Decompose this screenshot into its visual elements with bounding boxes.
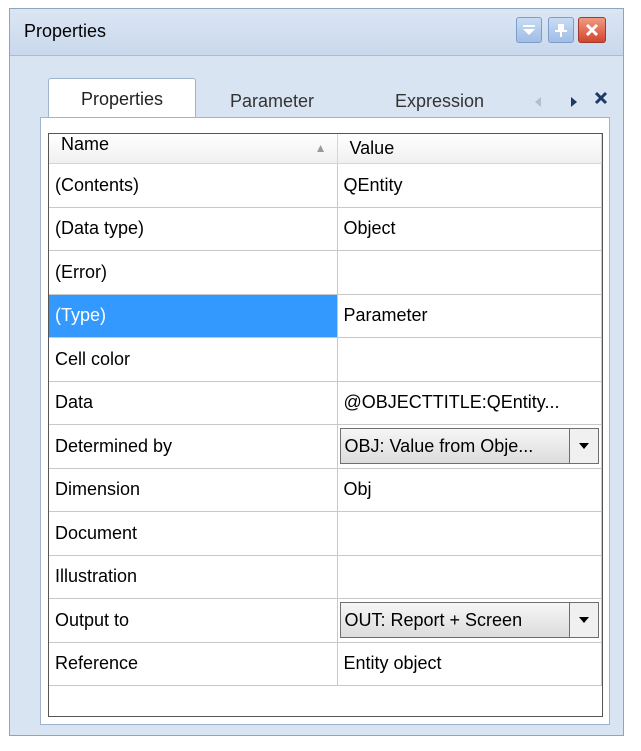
- property-value[interactable]: [337, 337, 602, 382]
- property-name: Output to: [49, 598, 338, 643]
- close-button[interactable]: [578, 17, 606, 43]
- property-name: (Error): [49, 250, 338, 295]
- chevron-left-icon: [535, 97, 541, 107]
- pin-button[interactable]: [548, 17, 574, 43]
- sort-ascending-icon: ▲: [314, 141, 327, 155]
- dropdown-value: OBJ: Value from Obje...: [344, 435, 534, 456]
- table-row[interactable]: Illustration: [49, 555, 602, 599]
- chevron-down-icon: [579, 443, 589, 450]
- property-name: (Type): [49, 294, 338, 338]
- table-row[interactable]: Reference Entity object: [49, 642, 602, 686]
- dropdown-button[interactable]: [569, 429, 598, 464]
- window-menu-button[interactable]: [516, 17, 542, 43]
- property-name: Document: [49, 511, 338, 556]
- tab-properties[interactable]: Properties: [48, 78, 196, 120]
- property-name: Dimension: [49, 468, 338, 512]
- tab-label: Expression: [395, 90, 485, 111]
- table-row[interactable]: Data @OBJECTTITLE:QEntity...: [49, 381, 602, 425]
- dropdown-arrow-icon: [523, 25, 535, 35]
- property-name: Illustration: [49, 555, 338, 599]
- property-value[interactable]: QEntity: [337, 163, 602, 208]
- pin-icon: [555, 24, 567, 37]
- property-value[interactable]: Parameter: [337, 294, 602, 338]
- property-table: Name ▲ Value (Contents) QEntity (Data typ…: [49, 134, 602, 686]
- name-column-header[interactable]: Name ▲: [49, 134, 338, 164]
- properties-panel: Name ▲ Value (Contents) QEntity (Data typ…: [40, 117, 610, 725]
- close-icon: [585, 23, 599, 37]
- tab-scroll-right-button[interactable]: [566, 92, 582, 112]
- table-row[interactable]: Cell color: [49, 337, 602, 382]
- property-value[interactable]: @OBJECTTITLE:QEntity...: [337, 381, 602, 425]
- close-icon: [594, 91, 608, 105]
- property-value[interactable]: [337, 555, 602, 599]
- table-row[interactable]: (Data type) Object: [49, 207, 602, 251]
- property-value[interactable]: Entity object: [337, 642, 602, 686]
- close-tab-button[interactable]: [593, 88, 609, 108]
- property-value-cell: OBJ: Value from Obje...: [337, 424, 602, 469]
- column-label: Name: [61, 134, 110, 154]
- determined-by-dropdown[interactable]: OBJ: Value from Obje...: [339, 428, 599, 465]
- content-area: Properties Parameter Expression Name ▲ V…: [10, 56, 623, 735]
- property-value[interactable]: Obj: [337, 468, 602, 512]
- window-title: Properties: [24, 21, 107, 41]
- table-row[interactable]: Document: [49, 511, 602, 556]
- property-grid: Name ▲ Value (Contents) QEntity (Data typ…: [48, 133, 603, 717]
- tab-expression[interactable]: Expression: [395, 84, 484, 118]
- table-row[interactable]: Dimension Obj: [49, 468, 602, 512]
- output-to-dropdown[interactable]: OUT: Report + Screen: [339, 602, 599, 639]
- tab-label: Parameter: [230, 90, 315, 111]
- table-row[interactable]: Output to OUT: Report + Screen: [49, 598, 602, 643]
- header-row: Name ▲ Value: [49, 134, 602, 164]
- column-label: Value: [349, 138, 395, 158]
- table-row[interactable]: Determined by OBJ: Value from Obje...: [49, 424, 602, 469]
- chevron-down-icon: [579, 617, 589, 624]
- property-name: Determined by: [49, 424, 338, 469]
- property-name: Data: [49, 381, 338, 425]
- property-value-cell: OUT: Report + Screen: [337, 598, 602, 643]
- property-name: (Contents): [49, 163, 338, 208]
- property-value[interactable]: [337, 511, 602, 556]
- property-value[interactable]: Object: [337, 207, 602, 251]
- title-bar[interactable]: Properties: [10, 9, 623, 56]
- tab-label: Properties: [80, 89, 164, 109]
- property-value[interactable]: [337, 250, 602, 295]
- table-row[interactable]: (Error): [49, 250, 602, 295]
- chevron-right-icon: [571, 97, 577, 107]
- table-row[interactable]: (Contents) QEntity: [49, 163, 602, 208]
- table-row-selected[interactable]: (Type) Parameter: [49, 294, 602, 338]
- tab-parameter[interactable]: Parameter: [230, 84, 314, 118]
- tab-scroll-left-button[interactable]: [530, 92, 546, 112]
- property-name: Cell color: [49, 337, 338, 382]
- property-name: Reference: [49, 642, 338, 686]
- dropdown-value: OUT: Report + Screen: [344, 609, 523, 630]
- dropdown-button[interactable]: [569, 603, 598, 638]
- property-name: (Data type): [49, 207, 338, 251]
- value-column-header[interactable]: Value: [337, 134, 602, 164]
- properties-window: Properties Properties Parameter Expressi…: [9, 8, 624, 736]
- tab-strip: Properties Parameter Expression: [10, 56, 623, 120]
